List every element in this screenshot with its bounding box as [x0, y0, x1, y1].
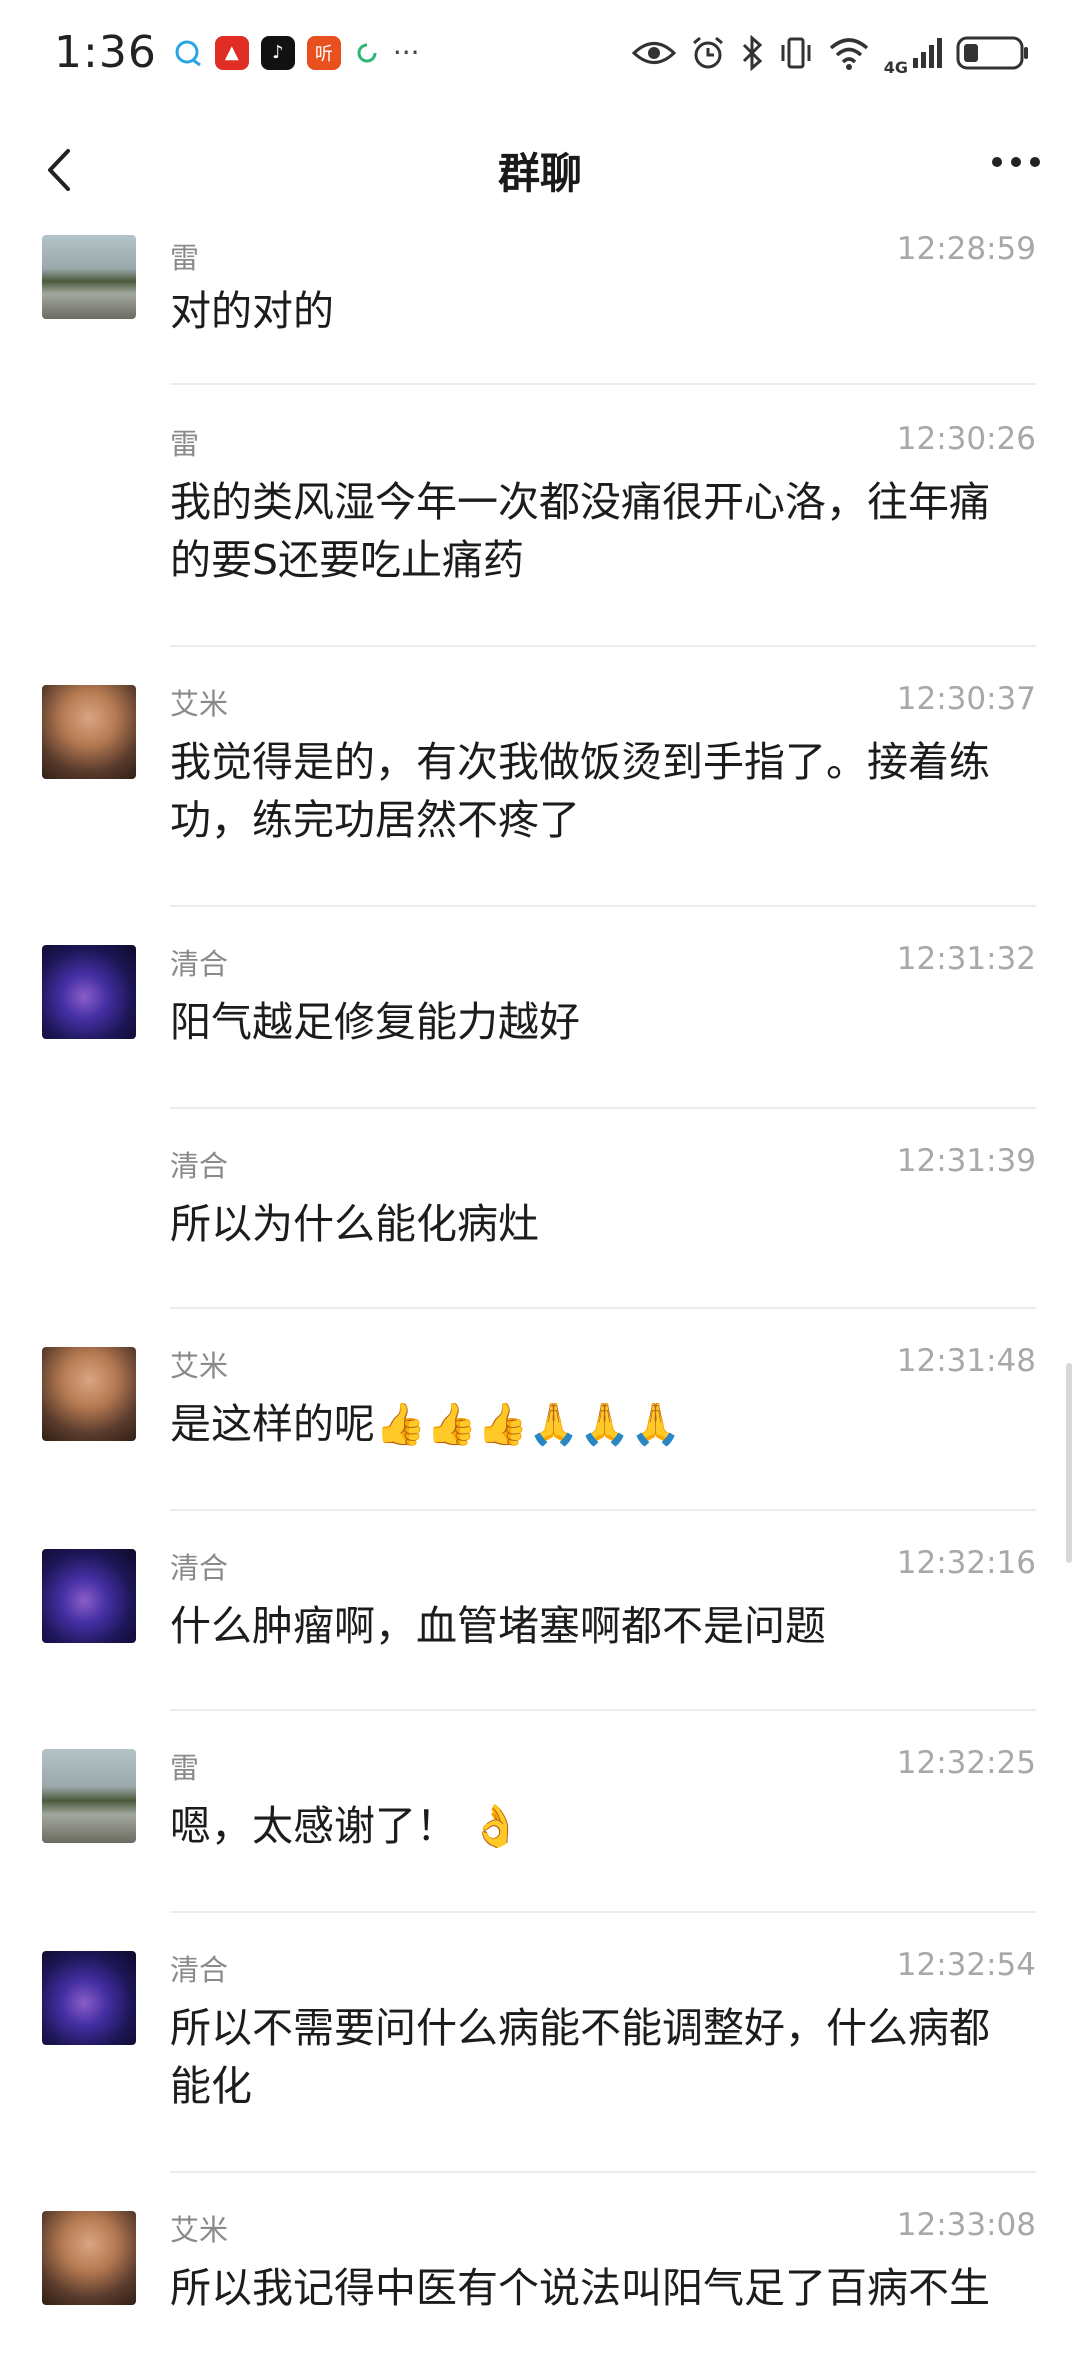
nav-bar: 群聊 [0, 105, 1080, 235]
divider [170, 905, 1036, 907]
ting-icon: 听 [306, 35, 341, 70]
sender-name: 清合 [170, 1149, 229, 1183]
message-time: 12:32:16 [896, 1545, 1036, 1581]
message-text: 所以我记得中医有个说法叫阳气足了百病不生 [170, 2264, 990, 2312]
sender-name: 清合 [170, 947, 229, 981]
divider [170, 2171, 1036, 2173]
message-text: 所以为什么能化病灶 [170, 1200, 539, 1248]
message-text: 我觉得是的，有次我做饭烫到手指了。接着练功，练完功居然不疼了 [170, 738, 990, 844]
avatar[interactable] [42, 235, 136, 319]
message-text: 什么肿瘤啊，血管堵塞啊都不是问题 [170, 1602, 826, 1650]
avatar[interactable] [42, 1749, 136, 1843]
divider [170, 1509, 1036, 1511]
message-time: 12:31:32 [896, 941, 1036, 977]
message-text: 我的类风湿今年一次都没痛很开心洛，往年痛的要S还要吃止痛药 [170, 478, 990, 584]
sender-name: 雷 [170, 1751, 200, 1785]
message-time: 12:32:54 [896, 1947, 1036, 1983]
message-time: 12:28:59 [896, 235, 1036, 267]
chat-bubble-icon [175, 40, 201, 66]
message-item[interactable]: 清合 12:32:16 什么肿瘤啊，血管堵塞啊都不是问题 [0, 1545, 1080, 1711]
bluetooth-icon [742, 34, 762, 71]
sender-name: 雷 [170, 427, 200, 461]
more-options-icon[interactable] [992, 157, 1040, 167]
message-item[interactable]: 艾米 12:30:37 我觉得是的，有次我做饭烫到手指了。接着练功，练完功居然不… [0, 681, 1080, 907]
sender-name: 清合 [170, 1953, 229, 1987]
divider [170, 1307, 1036, 1309]
chat-message-list[interactable]: 雷 12:28:59 对的对的 雷 12:30:26 我的类风湿今年一次都没痛很… [0, 235, 1080, 2375]
refresh-icon [357, 43, 377, 62]
status-time: 1:36 [54, 27, 157, 78]
page-title: 群聊 [497, 148, 582, 198]
battery-icon [956, 36, 1028, 69]
message-time: 12:30:26 [896, 421, 1036, 457]
vibrate-icon [781, 37, 811, 68]
avatar[interactable] [42, 1347, 136, 1441]
wifi-icon [829, 37, 868, 70]
message-item[interactable]: 雷 12:32:25 嗯，太感谢了！ 👌 [0, 1745, 1080, 1913]
message-item[interactable]: 艾米 12:33:08 所以我记得中医有个说法叫阳气足了百病不生 [0, 2207, 1080, 2375]
scrollbar[interactable] [1066, 1363, 1072, 1563]
sender-name: 艾米 [170, 2213, 229, 2247]
message-text: 所以不需要问什么病能不能调整好，什么病都能化 [170, 2004, 990, 2110]
message-time: 12:33:08 [896, 2207, 1036, 2243]
pinduoduo-icon: ▲ [214, 35, 249, 70]
network-type: 4G [883, 58, 908, 77]
system-icons: 4G [631, 28, 1030, 77]
sender-name: 艾米 [170, 687, 229, 721]
back-icon[interactable] [36, 145, 86, 195]
status-bar: 1:36 ▲ ♪ 听 ··· 4G [0, 0, 1080, 105]
message-text: 是这样的呢👍👍👍🙏🙏🙏 [170, 1400, 682, 1448]
sender-name: 清合 [170, 1551, 229, 1585]
avatar[interactable] [42, 1549, 136, 1643]
notification-icons: ▲ ♪ 听 ··· [173, 35, 420, 70]
message-item[interactable]: 清合 12:31:39 所以为什么能化病灶 [0, 1143, 1080, 1309]
message-text: 对的对的 [170, 287, 334, 335]
divider [170, 1709, 1036, 1711]
avatar[interactable] [42, 685, 136, 779]
message-time: 12:30:37 [896, 681, 1036, 717]
divider [170, 1911, 1036, 1913]
message-item[interactable]: 雷 12:28:59 对的对的 [0, 235, 1080, 385]
message-time: 12:31:48 [896, 1343, 1036, 1379]
alarm-icon [692, 36, 723, 68]
message-item[interactable]: 清合 12:32:54 所以不需要问什么病能不能调整好，什么病都能化 [0, 1947, 1080, 2173]
more-notifications-icon: ··· [392, 36, 420, 69]
message-text: 阳气越足修复能力越好 [170, 998, 580, 1046]
divider [170, 383, 1036, 385]
message-time: 12:32:25 [896, 1745, 1036, 1781]
sender-name: 艾米 [170, 1349, 229, 1383]
avatar[interactable] [42, 945, 136, 1039]
message-item[interactable]: 雷 12:30:26 我的类风湿今年一次都没痛很开心洛，往年痛的要S还要吃止痛药 [0, 421, 1080, 647]
message-time: 12:31:39 [896, 1143, 1036, 1179]
divider [170, 645, 1036, 647]
message-item[interactable]: 艾米 12:31:48 是这样的呢👍👍👍🙏🙏🙏 [0, 1343, 1080, 1511]
tiktok-icon: ♪ [260, 35, 295, 70]
divider [170, 1107, 1036, 1109]
message-text: 嗯，太感谢了！ 👌 [170, 1802, 522, 1850]
eye-icon [631, 41, 676, 64]
message-item[interactable]: 清合 12:31:32 阳气越足修复能力越好 [0, 941, 1080, 1109]
sender-name: 雷 [170, 241, 200, 275]
avatar[interactable] [42, 1951, 136, 2045]
signal-icon [913, 37, 942, 68]
avatar[interactable] [42, 2211, 136, 2305]
